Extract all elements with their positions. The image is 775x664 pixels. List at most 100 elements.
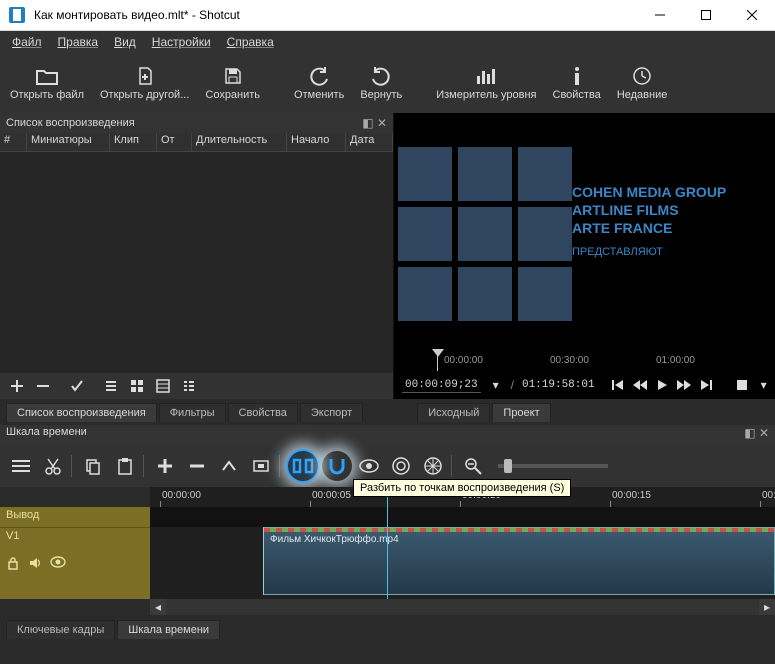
snap-icon[interactable] — [322, 451, 352, 481]
undo-label: Отменить — [294, 89, 344, 101]
redo-button[interactable]: Вернуть — [352, 56, 410, 110]
undo-button[interactable]: Отменить — [286, 56, 352, 110]
main-tab-strip: Список воспроизведения Фильтры Свойства … — [0, 399, 775, 425]
tab-properties[interactable]: Свойства — [228, 403, 298, 422]
split-at-playhead-icon[interactable] — [286, 449, 320, 483]
preview-ruler[interactable]: 00:00:00 00:30:00 01:00:00 — [394, 349, 775, 371]
remove-icon[interactable] — [182, 451, 212, 481]
playlist-body[interactable] — [0, 152, 393, 373]
overwrite-icon[interactable] — [246, 451, 276, 481]
preview-credits: COHEN MEDIA GROUP ARTLINE FILMS ARTE FRA… — [572, 183, 726, 261]
eye-icon[interactable] — [50, 556, 66, 570]
menu-bar: Файл Правка Вид Настройки Справка — [0, 31, 775, 53]
panel-pin-icon[interactable]: ◧ ✕ — [744, 426, 769, 444]
current-timecode[interactable]: 00:00:09;23 — [402, 378, 481, 393]
scroll-right-icon[interactable]: ▸ — [759, 599, 775, 615]
tab-playlist[interactable]: Список воспроизведения — [6, 403, 157, 422]
folder-open-icon — [35, 65, 59, 87]
tooltip: Разбить по точкам воспроизведения (S) — [353, 479, 571, 497]
tab-export[interactable]: Экспорт — [300, 403, 363, 422]
menu-edit[interactable]: Правка — [50, 33, 107, 51]
col-num[interactable]: # — [0, 133, 27, 151]
ruler-tick-1: 00:30:00 — [550, 355, 589, 366]
timeline-playhead[interactable] — [387, 487, 388, 599]
preview-transport: 00:00:09;23 ▾ / 01:19:58:01 ▾ — [394, 371, 775, 399]
preview-video[interactable]: COHEN MEDIA GROUP ARTLINE FILMS ARTE FRA… — [394, 113, 775, 349]
timeline-track-header[interactable]: V1 — [0, 527, 150, 599]
col-start[interactable]: Начало — [287, 133, 346, 151]
tab-source[interactable]: Исходный — [417, 403, 490, 422]
playlist-remove-button[interactable] — [30, 374, 56, 398]
playlist-panel: Список воспроизведения ◧ ✕ # Миниатюры К… — [0, 113, 394, 399]
track-name: V1 — [6, 530, 144, 542]
clip-name: Фильм ХичкокТрюффо.mp4 — [270, 534, 399, 545]
level-meter-button[interactable]: Измеритель уровня — [428, 56, 544, 110]
chevron-down-icon[interactable]: ▾ — [757, 378, 771, 392]
zoom-slider[interactable] — [498, 464, 608, 468]
timeline-output-label[interactable]: Вывод — [0, 507, 150, 527]
menu-settings[interactable]: Настройки — [144, 33, 219, 51]
tl-tick-4: 00:00:20 — [762, 490, 775, 501]
scrub-icon[interactable] — [354, 451, 384, 481]
playlist-view-grid-button[interactable] — [124, 374, 150, 398]
audio-icon[interactable] — [28, 556, 42, 570]
playlist-add-button[interactable] — [4, 374, 30, 398]
window-maximize-button[interactable] — [683, 0, 729, 30]
skip-end-icon[interactable] — [699, 378, 713, 392]
timeline-menu-icon[interactable] — [6, 451, 36, 481]
menu-help[interactable]: Справка — [219, 33, 282, 51]
playlist-check-button[interactable] — [64, 374, 90, 398]
app-icon — [8, 6, 26, 24]
playlist-view-detail-button[interactable] — [150, 374, 176, 398]
ripple-icon[interactable] — [386, 451, 416, 481]
timeline-tracks[interactable]: 00:00:00 00:00:05 00:00:10 00:00:15 00:0… — [150, 487, 775, 599]
lock-icon[interactable] — [6, 556, 20, 570]
lift-icon[interactable] — [214, 451, 244, 481]
recent-button[interactable]: Недавние — [609, 56, 676, 110]
chevron-down-icon[interactable]: ▾ — [489, 378, 503, 392]
window-titlebar: Как монтировать видео.mlt* - Shotcut — [0, 0, 775, 31]
playlist-view-compact-button[interactable] — [176, 374, 202, 398]
clock-icon — [632, 65, 652, 87]
rewind-icon[interactable] — [633, 378, 647, 392]
timeline-output-strip[interactable] — [150, 507, 775, 527]
open-other-button[interactable]: Открыть другой... — [92, 56, 197, 110]
col-date[interactable]: Дата — [346, 133, 393, 151]
properties-label: Свойства — [553, 89, 601, 101]
menu-file[interactable]: Файл — [4, 33, 50, 51]
timeline-title: Шкала времени — [6, 426, 87, 444]
zoom-out-icon[interactable] — [458, 451, 488, 481]
fullscreen-icon[interactable] — [735, 378, 749, 392]
copy-icon[interactable] — [78, 451, 108, 481]
window-minimize-button[interactable] — [637, 0, 683, 30]
tab-timeline[interactable]: Шкала времени — [117, 620, 220, 639]
col-from[interactable]: От — [157, 133, 192, 151]
timeline-scrollbar[interactable]: ◂ ▸ — [0, 599, 775, 615]
window-close-button[interactable] — [729, 0, 775, 30]
paste-icon[interactable] — [110, 451, 140, 481]
col-duration[interactable]: Длительность — [192, 133, 287, 151]
level-meter-label: Измеритель уровня — [436, 89, 536, 101]
open-file-button[interactable]: Открыть файл — [2, 56, 92, 110]
col-thumbs[interactable]: Миниатюры — [27, 133, 110, 151]
save-button[interactable]: Сохранить — [197, 56, 268, 110]
timeline-clip[interactable]: Фильм ХичкокТрюффо.mp4 — [263, 527, 775, 595]
forward-icon[interactable] — [677, 378, 691, 392]
add-icon[interactable] — [150, 451, 180, 481]
playlist-view-list-button[interactable] — [98, 374, 124, 398]
menu-view[interactable]: Вид — [106, 33, 144, 51]
tab-filters[interactable]: Фильтры — [159, 403, 226, 422]
redo-label: Вернуть — [360, 89, 402, 101]
ripple-all-icon[interactable] — [418, 451, 448, 481]
tab-keyframes[interactable]: Ключевые кадры — [6, 620, 115, 639]
credit-line-2: ARTLINE FILMS — [572, 201, 726, 219]
ruler-tick-0: 00:00:00 — [444, 355, 483, 366]
cut-icon[interactable] — [38, 451, 68, 481]
skip-start-icon[interactable] — [611, 378, 625, 392]
properties-button[interactable]: Свойства — [545, 56, 609, 110]
panel-pin-icon[interactable]: ◧ ✕ — [362, 116, 387, 130]
col-clip[interactable]: Клип — [110, 133, 157, 151]
tab-project[interactable]: Проект — [492, 403, 550, 422]
play-icon[interactable] — [655, 378, 669, 392]
scroll-left-icon[interactable]: ◂ — [150, 599, 166, 615]
